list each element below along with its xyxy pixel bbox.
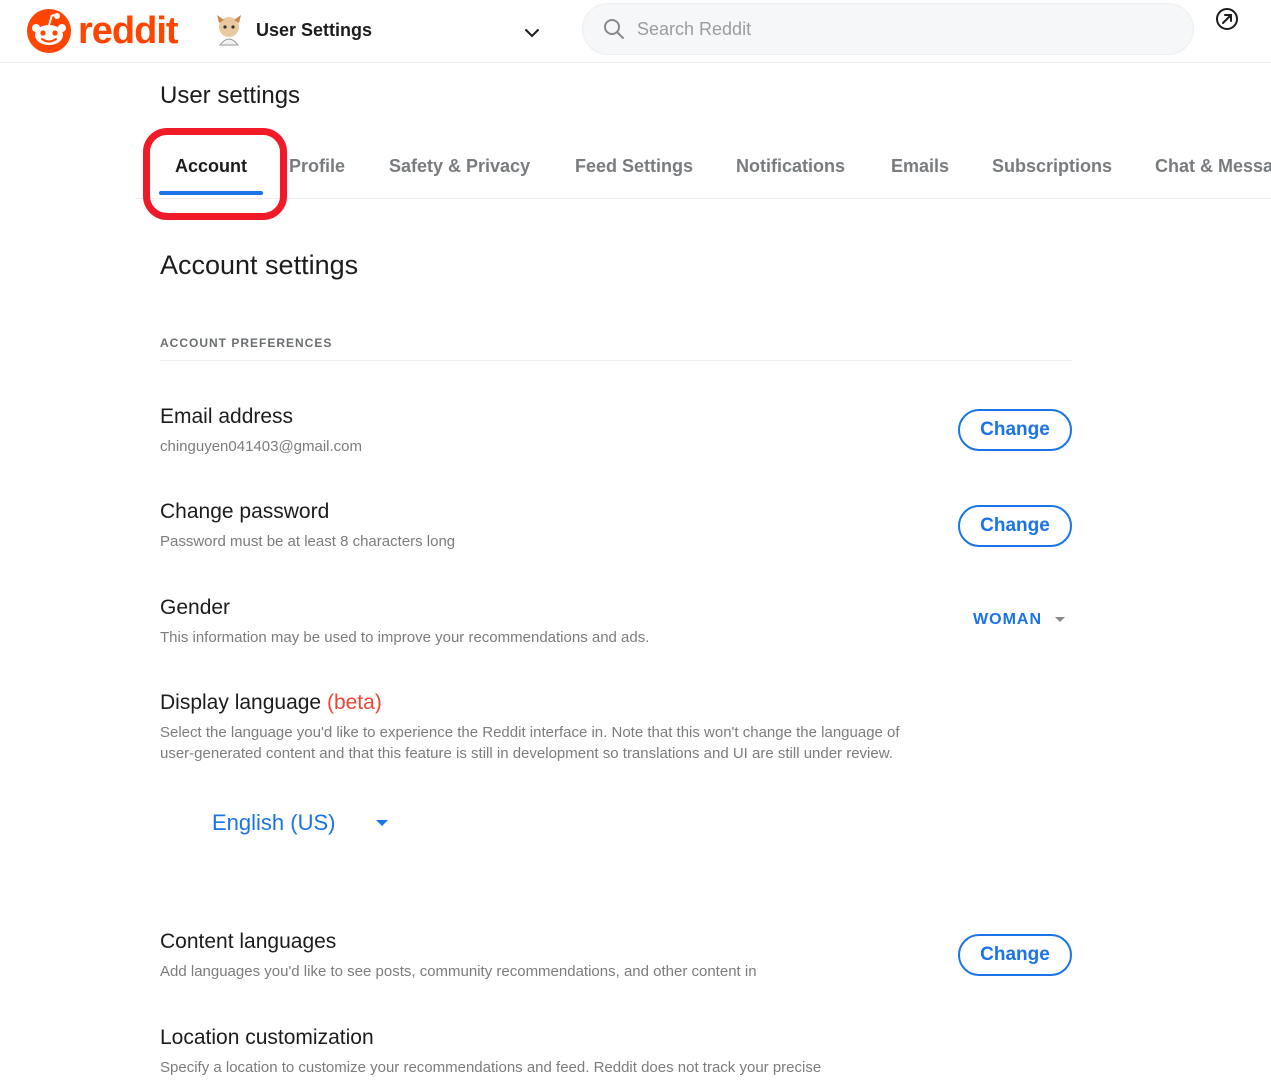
tab-account[interactable]: Account xyxy=(175,156,247,177)
active-tab-indicator xyxy=(159,191,263,195)
logo-wordmark: reddit xyxy=(78,10,179,52)
group-heading: ACCOUNT PREFERENCES xyxy=(160,336,1072,361)
setting-location: Location customization Specify a locatio… xyxy=(160,1025,1072,1078)
context-switcher[interactable]: User Settings xyxy=(214,8,544,52)
email-value: chinguyen041403@gmail.com xyxy=(160,438,363,455)
caret-down-icon xyxy=(376,819,389,826)
top-navigation-bar: reddit User Settings xyxy=(0,0,1271,63)
reddit-logo-icon xyxy=(27,9,71,53)
setting-title: Email address xyxy=(160,405,294,428)
user-avatar-icon xyxy=(217,15,241,46)
setting-title: Content languages xyxy=(160,930,337,953)
setting-password: Change password Password must be at leas… xyxy=(160,499,1072,552)
tab-profile[interactable]: Profile xyxy=(289,156,345,177)
context-label: User Settings xyxy=(256,19,373,40)
setting-title-row: Display language (beta) xyxy=(160,690,1072,716)
display-language-dropdown[interactable]: English (US) xyxy=(212,810,389,836)
page-title: User settings xyxy=(160,82,301,109)
tab-notifications[interactable]: Notifications xyxy=(736,156,845,177)
setting-title: Location customization xyxy=(160,1026,374,1049)
setting-display-language: Display language (beta) Select the langu… xyxy=(160,690,1072,764)
gender-dropdown[interactable]: WOMAN xyxy=(973,611,1066,629)
caret-down-icon xyxy=(1055,617,1065,622)
change-password-button[interactable]: Change xyxy=(958,505,1072,547)
tab-safety-privacy[interactable]: Safety & Privacy xyxy=(389,156,530,177)
tab-emails[interactable]: Emails xyxy=(891,156,949,177)
section-title: Account settings xyxy=(160,250,359,280)
reddit-logo[interactable]: reddit xyxy=(26,8,179,54)
search-bar[interactable] xyxy=(582,3,1194,55)
change-content-languages-button[interactable]: Change xyxy=(958,934,1072,976)
beta-label: (beta) xyxy=(326,691,382,714)
setting-title: Display language xyxy=(160,691,322,714)
search-icon xyxy=(604,19,624,39)
setting-title: Gender xyxy=(160,596,231,619)
popular-icon[interactable] xyxy=(1215,7,1239,31)
setting-title: Change password xyxy=(160,500,330,523)
chevron-down-icon xyxy=(525,29,539,38)
setting-email: Email address chinguyen041403@gmail.com … xyxy=(160,404,1072,457)
change-email-button[interactable]: Change xyxy=(958,409,1072,451)
tab-feed-settings[interactable]: Feed Settings xyxy=(575,156,693,177)
tab-chat-messaging[interactable]: Chat & Messa xyxy=(1155,156,1271,177)
setting-gender: Gender This information may be used to i… xyxy=(160,595,1072,648)
gender-value: WOMAN xyxy=(973,611,1042,628)
setting-description: This information may be used to improve … xyxy=(160,629,650,646)
setting-content-languages: Content languages Add languages you'd li… xyxy=(160,929,1072,982)
display-language-value: English (US) xyxy=(212,810,336,835)
settings-tabs: Account Profile Safety & Privacy Feed Se… xyxy=(135,142,1271,199)
tab-subscriptions[interactable]: Subscriptions xyxy=(992,156,1112,177)
setting-description: Select the language you'd like to experi… xyxy=(160,724,900,762)
setting-description: Specify a location to customize your rec… xyxy=(160,1059,822,1076)
setting-description: Add languages you'd like to see posts, c… xyxy=(160,963,757,980)
search-input[interactable] xyxy=(635,17,1159,41)
setting-description: Password must be at least 8 characters l… xyxy=(160,533,456,550)
